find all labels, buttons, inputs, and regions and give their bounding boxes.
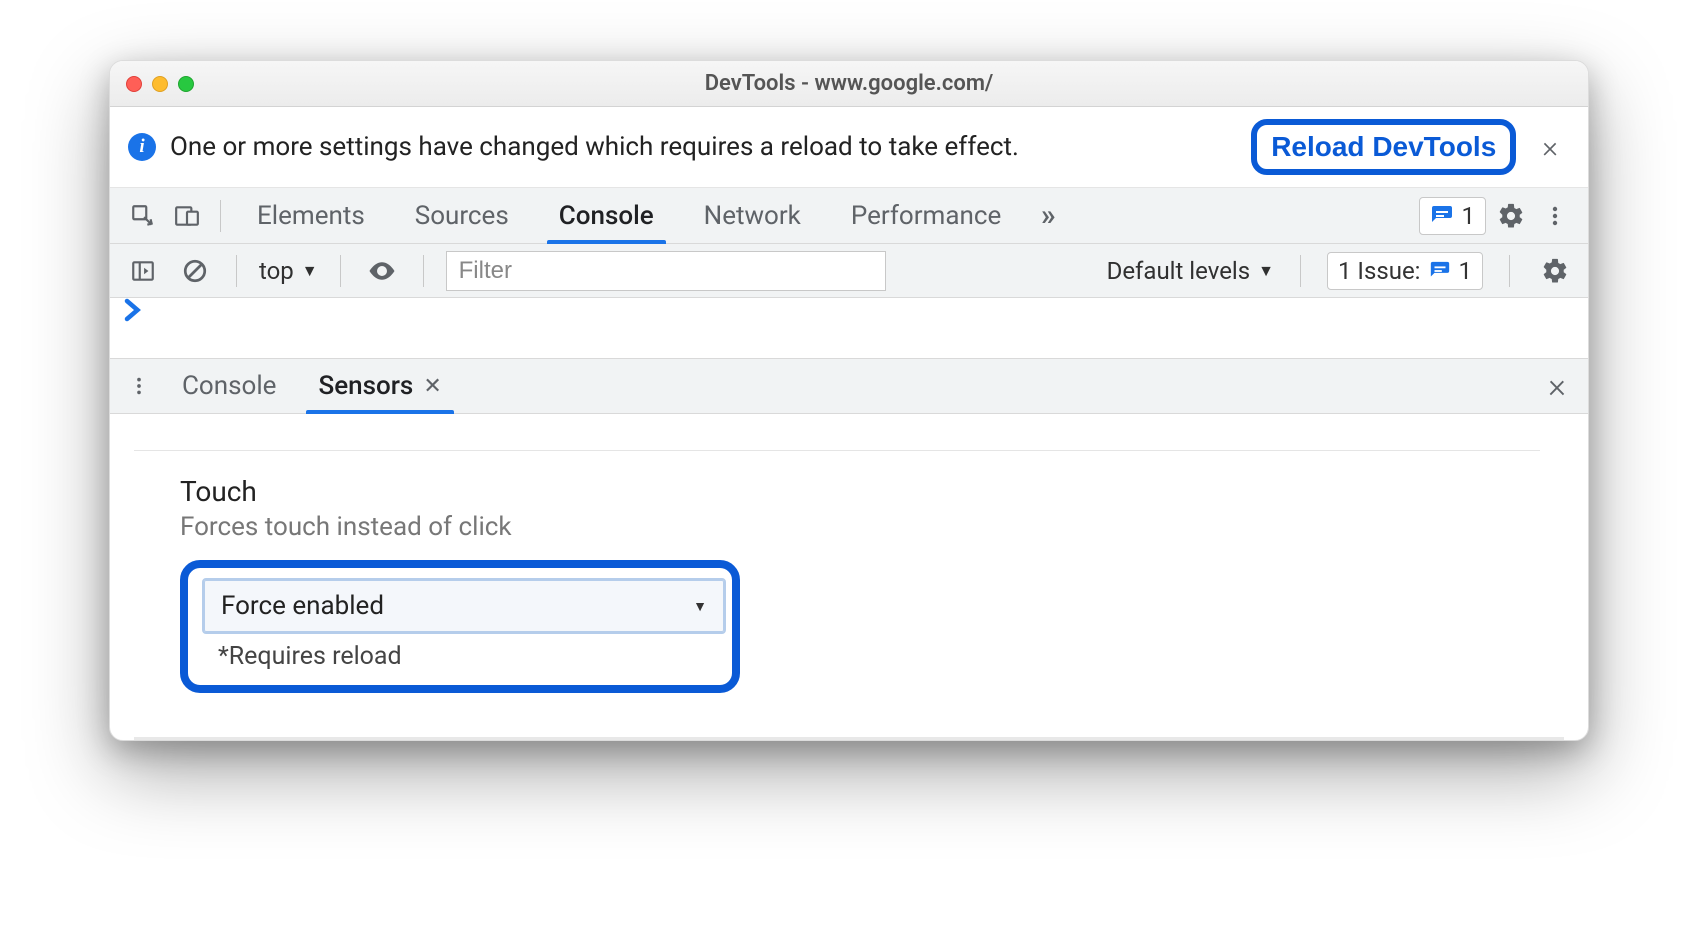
divider — [340, 255, 341, 287]
inspect-element-icon[interactable] — [124, 197, 162, 235]
drawer-tab-sensors[interactable]: Sensors ✕ — [300, 358, 459, 414]
drawer-tab-console[interactable]: Console — [164, 358, 294, 414]
window-title: DevTools - www.google.com/ — [110, 71, 1588, 96]
console-sidebar-toggle-icon[interactable] — [124, 252, 162, 290]
minimize-window-button[interactable] — [152, 76, 168, 92]
info-icon: i — [128, 133, 156, 161]
close-window-button[interactable] — [126, 76, 142, 92]
console-settings-gear-icon[interactable] — [1536, 252, 1574, 290]
requires-reload-note: *Requires reload — [204, 642, 702, 671]
kebab-menu-icon[interactable] — [1536, 197, 1574, 235]
clear-console-icon[interactable] — [176, 252, 214, 290]
log-levels-select[interactable]: Default levels ▼ — [1107, 257, 1274, 285]
divider — [134, 450, 1540, 451]
touch-mode-value: Force enabled — [221, 591, 384, 621]
drawer-tabbar: Console Sensors ✕ × — [110, 358, 1588, 414]
divider — [220, 200, 221, 232]
more-tabs-icon[interactable]: » — [1029, 197, 1067, 235]
window-controls — [126, 76, 194, 92]
console-filter-input[interactable] — [446, 251, 886, 291]
main-tabbar: Elements Sources Console Network Perform… — [110, 188, 1588, 244]
tab-sources[interactable]: Sources — [393, 188, 531, 244]
close-drawer-icon[interactable]: × — [1548, 366, 1566, 406]
infobar-close-icon[interactable]: × — [1530, 130, 1570, 165]
issues-count: 1 — [1462, 202, 1476, 230]
console-prompt-icon — [124, 298, 144, 328]
console-output[interactable] — [110, 298, 1588, 358]
tab-network[interactable]: Network — [682, 188, 823, 244]
touch-mode-select[interactable]: Force enabled ▼ — [204, 580, 724, 632]
tab-elements[interactable]: Elements — [235, 188, 387, 244]
maximize-window-button[interactable] — [178, 76, 194, 92]
chevron-down-icon: ▼ — [693, 598, 707, 615]
touch-section-subtitle: Forces touch instead of click — [180, 512, 1564, 542]
issues-counter[interactable]: 1 Issue: 1 — [1327, 252, 1483, 290]
console-toolbar: top ▼ Default levels ▼ 1 Issue: 1 — [110, 244, 1588, 298]
titlebar: DevTools - www.google.com/ — [110, 61, 1588, 107]
settings-gear-icon[interactable] — [1492, 197, 1530, 235]
divider — [134, 737, 1564, 740]
sensors-panel: Touch Forces touch instead of click Forc… — [110, 414, 1588, 713]
live-expression-eye-icon[interactable] — [363, 252, 401, 290]
tab-performance[interactable]: Performance — [829, 188, 1023, 244]
chevron-down-icon: ▼ — [1258, 261, 1274, 281]
touch-section-title: Touch — [180, 475, 1564, 508]
reload-infobar: i One or more settings have changed whic… — [110, 107, 1588, 188]
tab-console[interactable]: Console — [537, 188, 676, 244]
touch-setting-highlight: Force enabled ▼ *Requires reload — [180, 560, 740, 693]
divider — [1300, 255, 1301, 287]
device-toolbar-icon[interactable] — [168, 197, 206, 235]
close-tab-icon[interactable]: ✕ — [423, 374, 441, 399]
reload-devtools-button[interactable]: Reload DevTools — [1251, 119, 1516, 175]
chevron-down-icon: ▼ — [302, 261, 318, 281]
divider — [1509, 255, 1510, 287]
drawer-kebab-menu-icon[interactable] — [120, 367, 158, 405]
divider — [236, 255, 237, 287]
issues-chip[interactable]: 1 — [1419, 197, 1487, 235]
devtools-window: DevTools - www.google.com/ i One or more… — [109, 60, 1589, 741]
execution-context-select[interactable]: top ▼ — [259, 257, 318, 285]
divider — [423, 255, 424, 287]
infobar-message: One or more settings have changed which … — [170, 132, 1237, 162]
